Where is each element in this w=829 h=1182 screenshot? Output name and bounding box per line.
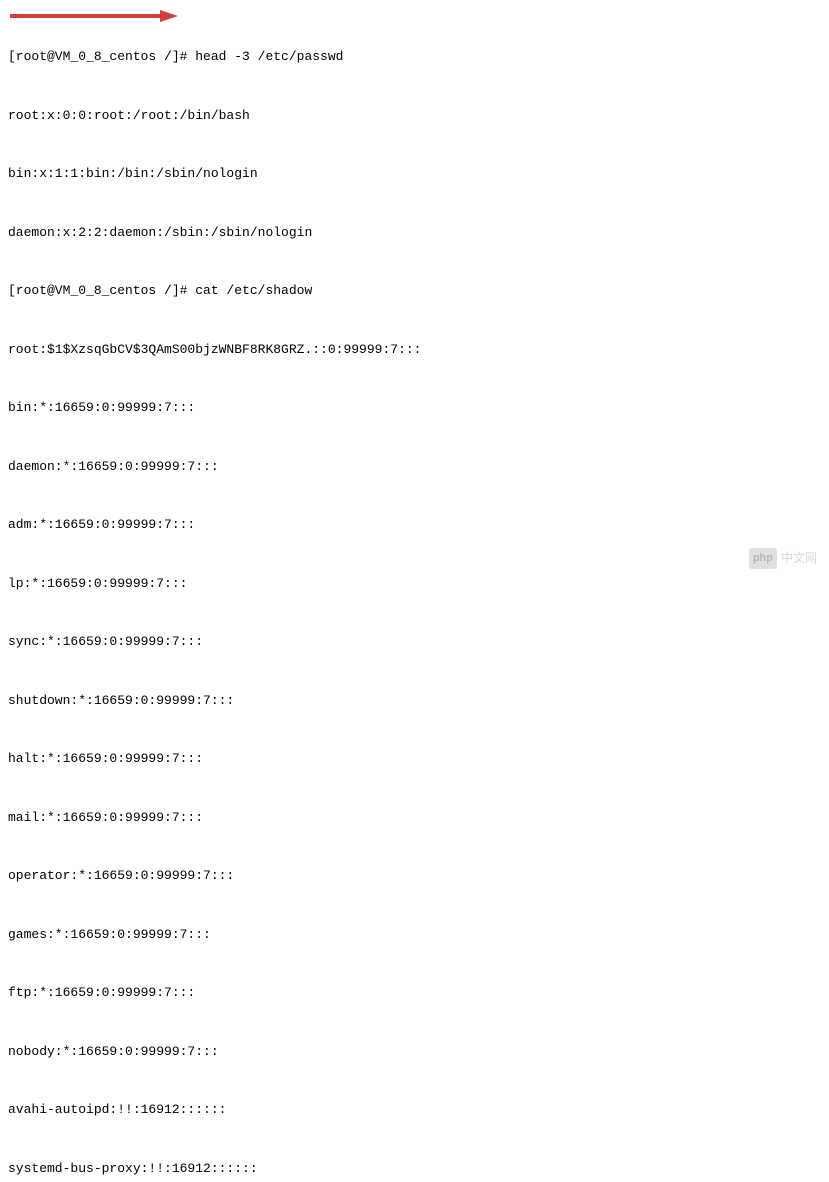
terminal-line: root:x:0:0:root:/root:/bin/bash bbox=[8, 106, 821, 126]
terminal-line: daemon:x:2:2:daemon:/sbin:/sbin/nologin bbox=[8, 223, 821, 243]
terminal-line: adm:*:16659:0:99999:7::: bbox=[8, 515, 821, 535]
terminal-line: mail:*:16659:0:99999:7::: bbox=[8, 808, 821, 828]
watermark-text: 中文网 bbox=[781, 549, 817, 567]
terminal-line: halt:*:16659:0:99999:7::: bbox=[8, 749, 821, 769]
terminal-line: daemon:*:16659:0:99999:7::: bbox=[8, 457, 821, 477]
terminal-line: avahi-autoipd:!!:16912:::::: bbox=[8, 1100, 821, 1120]
terminal-line: shutdown:*:16659:0:99999:7::: bbox=[8, 691, 821, 711]
terminal-line: nobody:*:16659:0:99999:7::: bbox=[8, 1042, 821, 1062]
terminal-line: games:*:16659:0:99999:7::: bbox=[8, 925, 821, 945]
terminal-line: sync:*:16659:0:99999:7::: bbox=[8, 632, 821, 652]
terminal-line: operator:*:16659:0:99999:7::: bbox=[8, 866, 821, 886]
terminal-line: lp:*:16659:0:99999:7::: bbox=[8, 574, 821, 594]
terminal-line: ftp:*:16659:0:99999:7::: bbox=[8, 983, 821, 1003]
terminal-line: bin:x:1:1:bin:/bin:/sbin/nologin bbox=[8, 164, 821, 184]
watermark-badge: php bbox=[749, 548, 777, 569]
terminal-line: [root@VM_0_8_centos /]# cat /etc/shadow bbox=[8, 281, 821, 301]
terminal-line: bin:*:16659:0:99999:7::: bbox=[8, 398, 821, 418]
terminal-line: systemd-bus-proxy:!!:16912:::::: bbox=[8, 1159, 821, 1179]
terminal-line: [root@VM_0_8_centos /]# head -3 /etc/pas… bbox=[8, 47, 821, 67]
watermark: php 中文网 bbox=[749, 548, 817, 569]
terminal-line: root:$1$XzsqGbCV$3QAmS00bjzWNBF8RK8GRZ.:… bbox=[8, 340, 821, 360]
terminal-output: [root@VM_0_8_centos /]# head -3 /etc/pas… bbox=[8, 8, 821, 1182]
